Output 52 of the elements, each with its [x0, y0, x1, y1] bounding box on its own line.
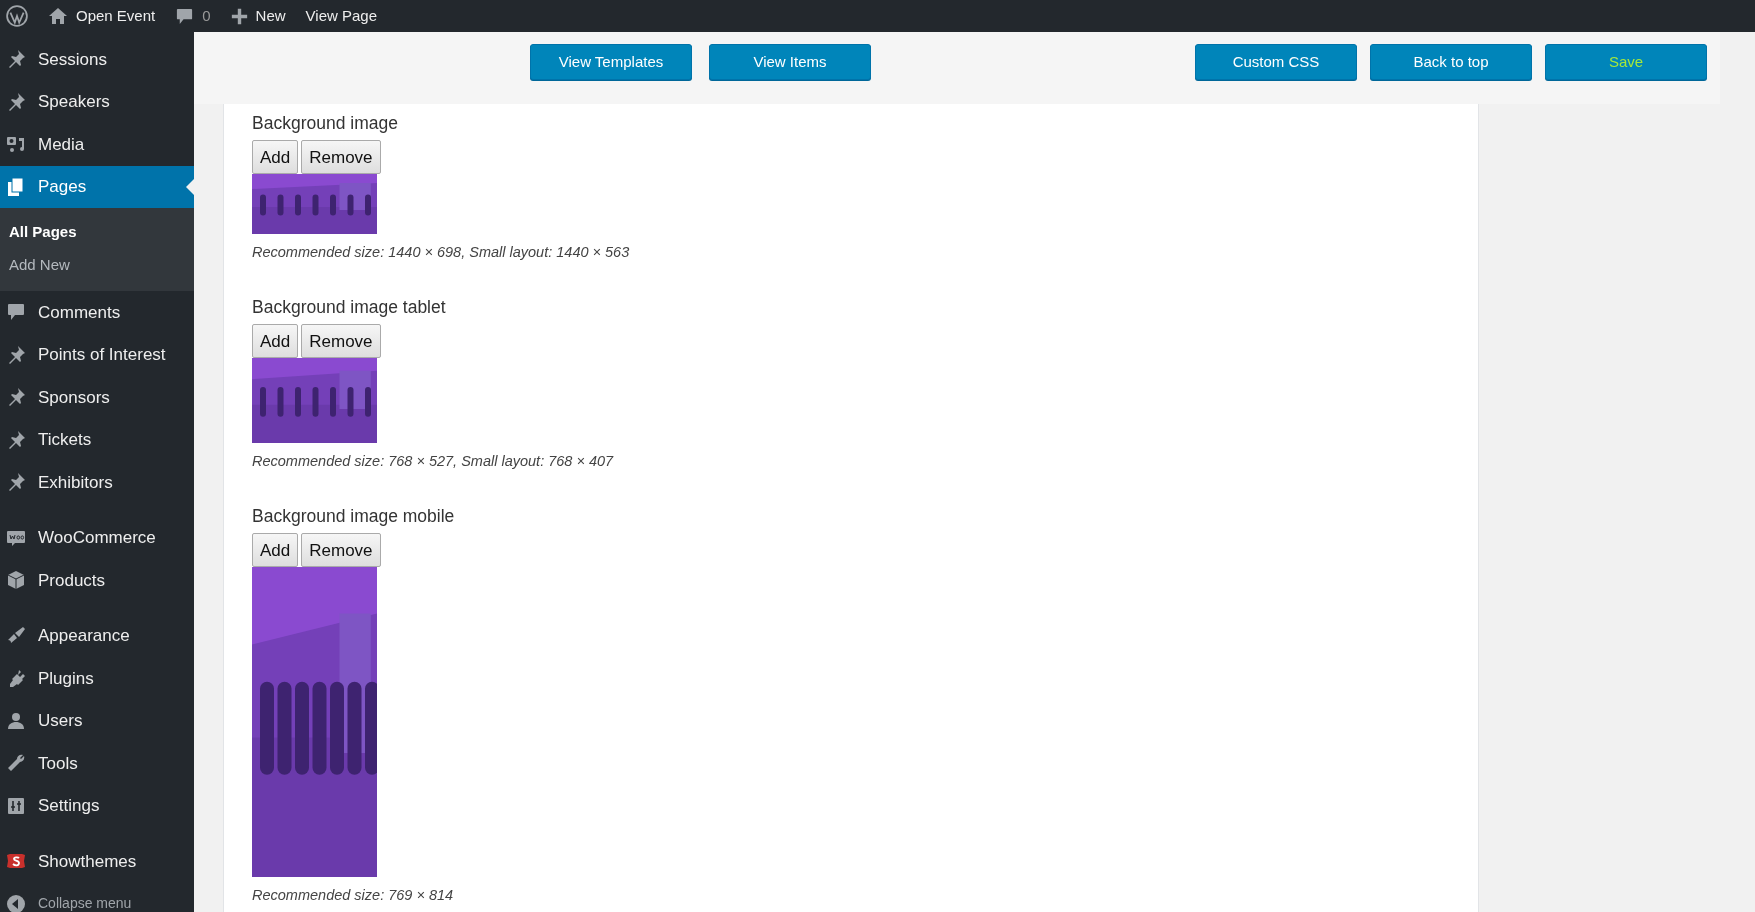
sliders-icon — [6, 795, 26, 816]
media-icon — [6, 134, 26, 155]
add-button[interactable]: Add — [252, 324, 299, 359]
sidebar-item[interactable]: Showthemes — [0, 840, 194, 883]
field-label: Background image — [252, 112, 399, 135]
remove-button[interactable]: Remove — [301, 140, 381, 175]
sidebar-item[interactable]: Comments — [0, 291, 194, 334]
site-link[interactable]: Open Event — [48, 4, 156, 28]
sidebar-item[interactable]: Media — [0, 123, 194, 166]
sidebar-item[interactable]: Collapse menu — [0, 882, 194, 912]
field-label: Background image tablet — [252, 296, 447, 319]
speech-bubble-icon — [175, 6, 195, 26]
sidebar-item[interactable]: Tickets — [0, 418, 194, 461]
size-hint: Recommended size: 769 × 814 — [252, 886, 455, 906]
sidebar-item[interactable]: Appearance — [0, 614, 194, 657]
sidebar-item[interactable]: Sponsors — [0, 376, 194, 419]
sidebar-item[interactable]: Tools — [0, 742, 194, 785]
comments-link[interactable]: 0 — [175, 4, 211, 28]
toolbar-button[interactable]: View Items — [709, 44, 871, 80]
toolbar-button[interactable]: Custom CSS — [1195, 44, 1357, 80]
sidebar-item[interactable]: Exhibitors — [0, 461, 194, 504]
remove-button[interactable]: Remove — [301, 533, 381, 568]
pages-icon — [6, 176, 26, 197]
sidebar-item[interactable]: Users — [0, 699, 194, 742]
sidebar-item[interactable]: Pages — [0, 165, 194, 208]
sidebar-item[interactable]: WooCommerce — [0, 516, 194, 559]
user-icon — [6, 710, 26, 731]
sidebar-item[interactable]: Speakers — [0, 80, 194, 123]
wordpress-logo-icon[interactable] — [6, 5, 28, 27]
box-icon — [6, 570, 26, 591]
wrench-icon — [6, 753, 26, 774]
view-page-link[interactable]: View Page — [305, 4, 378, 28]
new-link[interactable]: New — [230, 4, 286, 28]
sidebar-item[interactable]: Points of Interest — [0, 333, 194, 376]
plus-icon — [230, 7, 248, 25]
menu-pointer — [186, 178, 194, 195]
remove-button[interactable]: Remove — [301, 324, 381, 359]
add-button[interactable]: Add — [252, 140, 299, 175]
add-button[interactable]: Add — [252, 533, 299, 568]
field-label: Background image mobile — [252, 505, 456, 528]
toolbar-button[interactable]: View Templates — [530, 44, 692, 80]
sidebar-item[interactable]: Sessions — [0, 38, 194, 81]
size-hint: Recommended size: 1440 × 698, Small layout: 1440 × 563 — [252, 243, 631, 263]
sidebar-item[interactable]: Settings — [0, 784, 194, 827]
sidebar-item[interactable]: Plugins — [0, 657, 194, 700]
home-icon — [48, 6, 68, 26]
toolbar-button[interactable]: Back to top — [1370, 44, 1532, 80]
size-hint: Recommended size: 768 × 527, Small layout: 768 × 407 — [252, 452, 615, 472]
brush-icon — [6, 625, 26, 646]
submenu-item[interactable]: All Pages — [0, 216, 194, 249]
submenu-item[interactable]: Add New — [0, 248, 194, 281]
sidebar-item[interactable]: Products — [0, 559, 194, 602]
